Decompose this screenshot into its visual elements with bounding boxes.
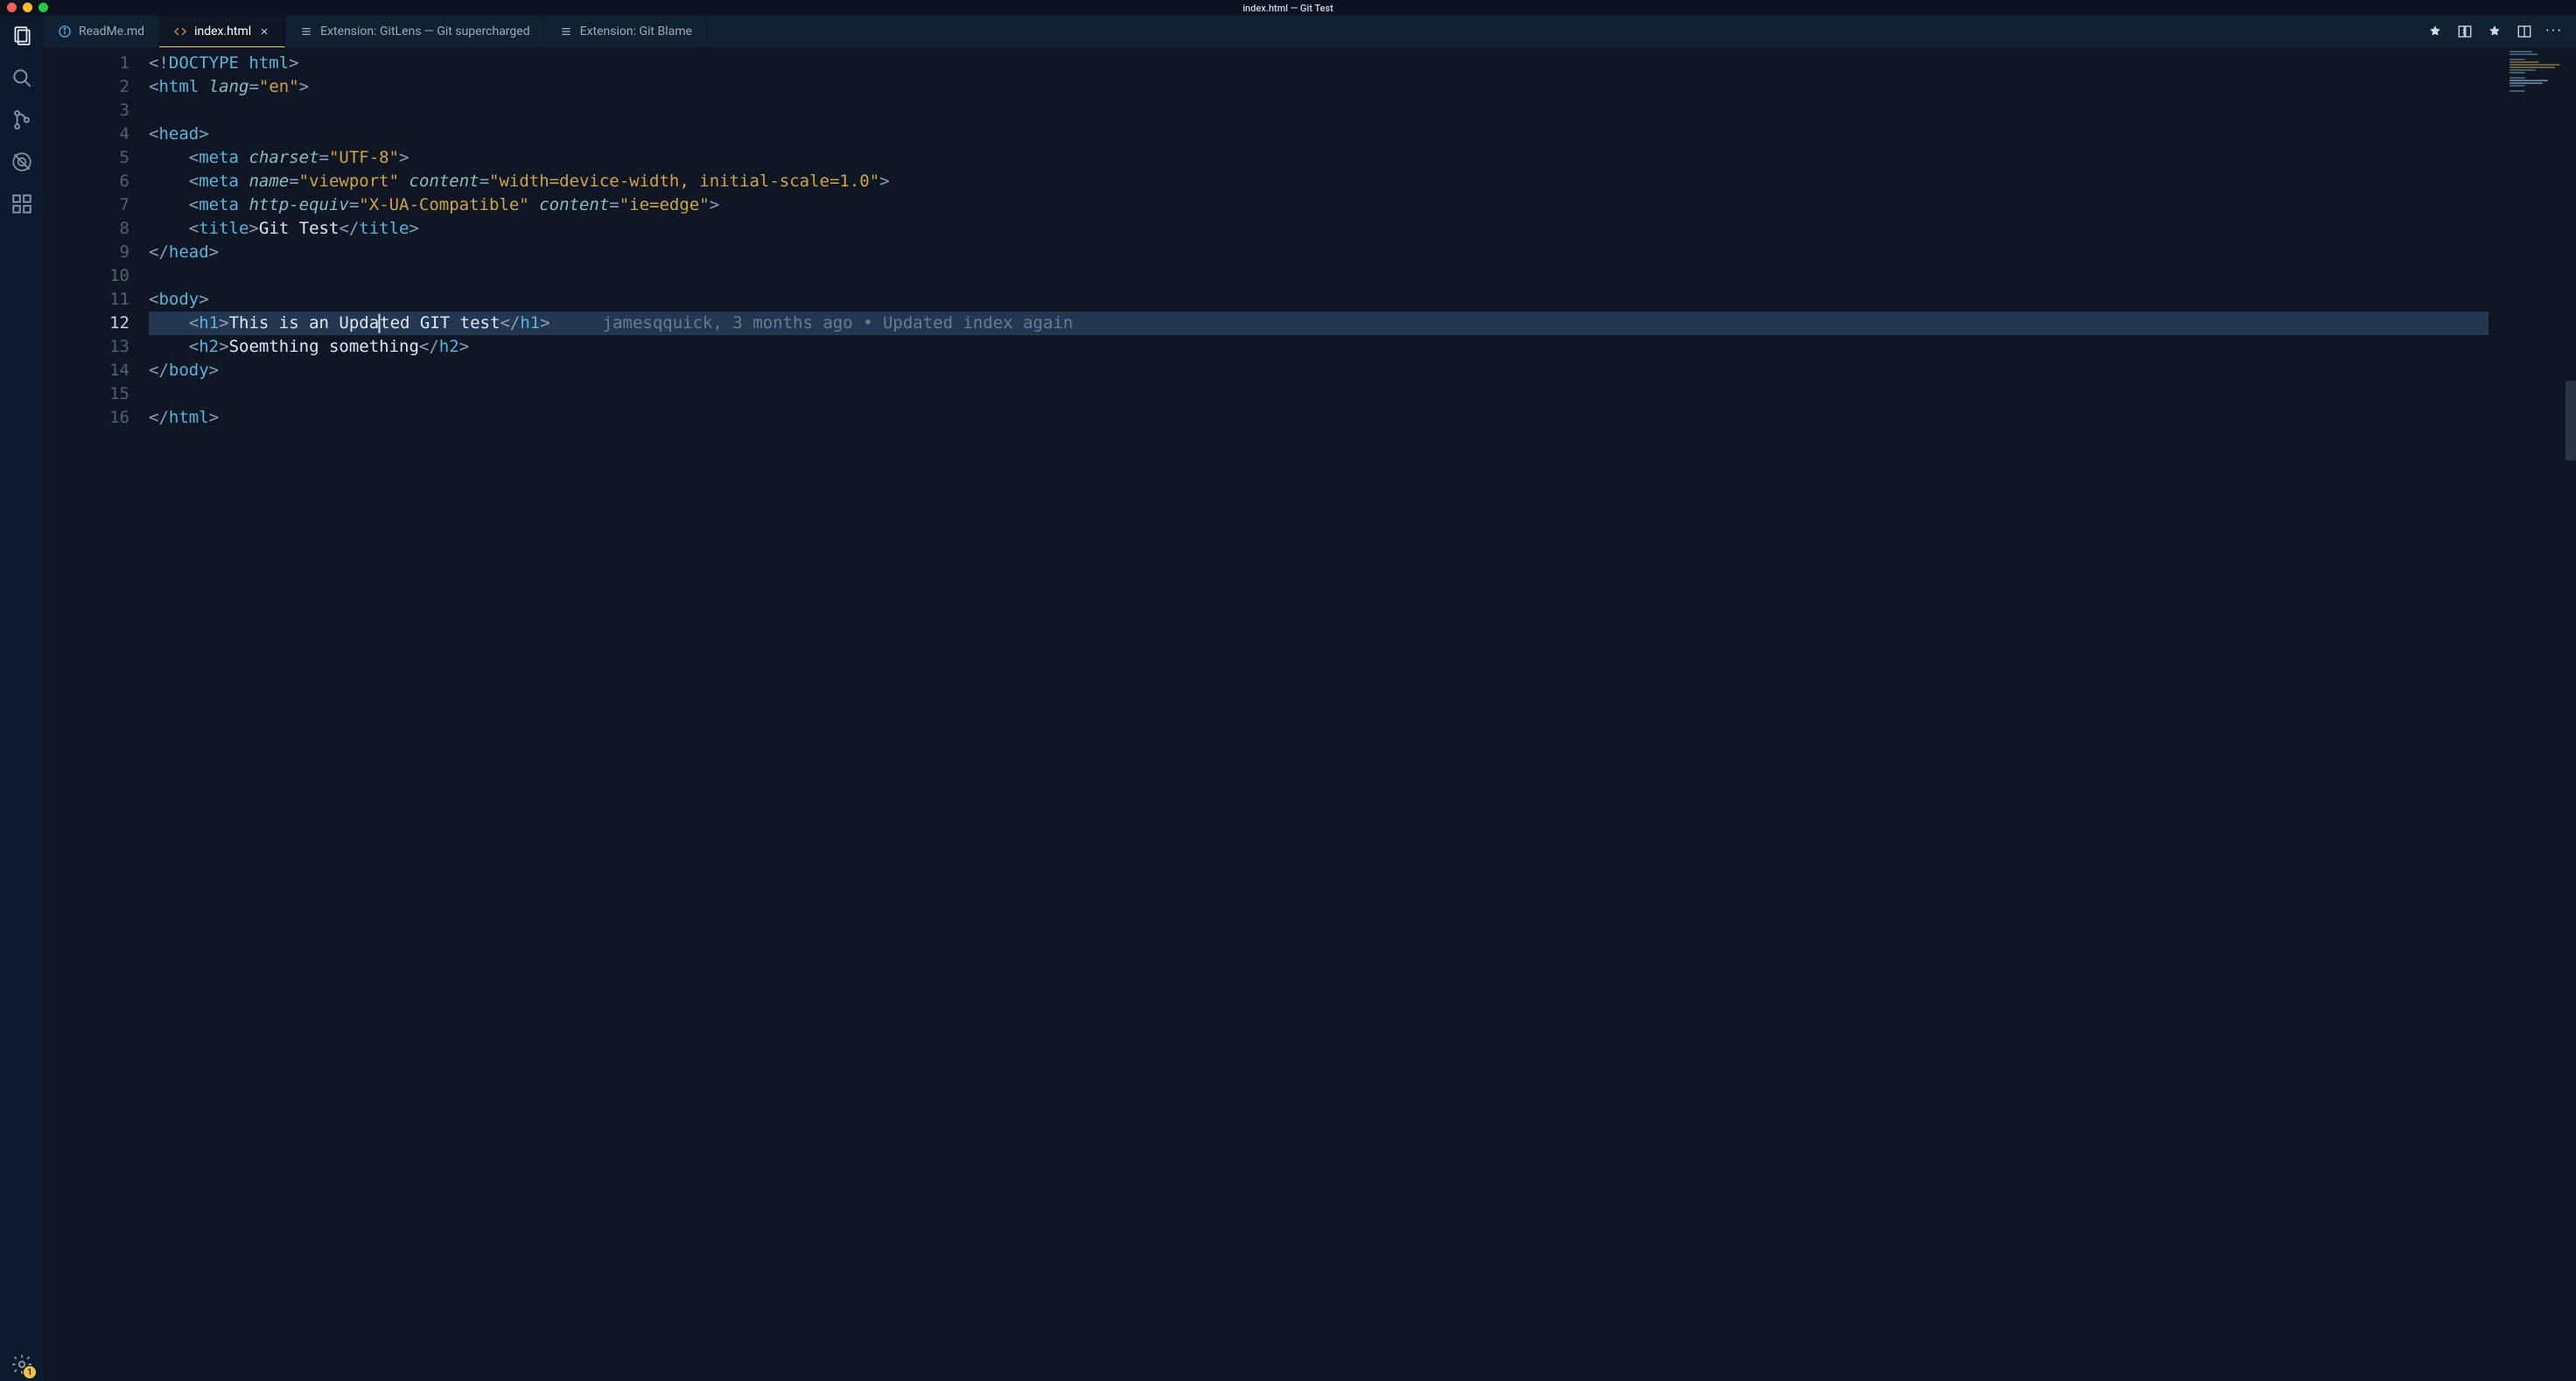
tab-label: index.html	[194, 25, 251, 39]
code-line[interactable]: </html>	[149, 406, 2576, 430]
explorer-icon[interactable]	[10, 25, 33, 47]
tab-bar: ReadMe.md index.html Extension: GitLens — …	[44, 16, 2576, 47]
code-line[interactable]: <title>Git Test</title>	[149, 217, 2576, 241]
activity-bar: 1	[0, 16, 44, 1381]
code-line[interactable]: <body>	[149, 288, 2576, 312]
tab-extension-gitlens-git-supercharged[interactable]: Extension: GitLens — Git supercharged	[285, 16, 544, 47]
minimap[interactable]	[2510, 51, 2571, 77]
code-line[interactable]: <html lang="en">	[149, 75, 2576, 99]
window-title: index.html — Git Test	[1242, 3, 1334, 14]
tab-label: Extension: GitLens — Git supercharged	[320, 25, 529, 39]
list-icon	[299, 25, 313, 39]
vertical-scrollbar[interactable]	[2566, 47, 2576, 1381]
list-icon	[559, 25, 573, 39]
scrollbar-thumb[interactable]	[2566, 381, 2576, 460]
minimize-window-button[interactable]	[23, 3, 32, 12]
zoom-window-button[interactable]	[38, 3, 48, 12]
code-line[interactable]: </head>	[149, 241, 2576, 264]
close-window-button[interactable]	[7, 3, 17, 12]
tab-label: ReadMe.md	[79, 25, 144, 39]
split-editor-icon[interactable]	[2516, 24, 2532, 39]
code-editor[interactable]: 12345678910111213141516 <!DOCTYPE html><…	[44, 47, 2576, 1381]
source-control-icon[interactable]	[10, 109, 33, 131]
editor-group: ReadMe.md index.html Extension: GitLens — …	[44, 16, 2576, 1381]
tab-index-html[interactable]: index.html	[159, 16, 285, 47]
debug-icon[interactable]	[10, 151, 33, 173]
code-line[interactable]: <h2>Soemthing something</h2>	[149, 335, 2576, 359]
code-line[interactable]: <!DOCTYPE html>	[149, 52, 2576, 75]
code-area[interactable]: <!DOCTYPE html><html lang="en"> <head> <m…	[149, 47, 2576, 1381]
info-icon	[58, 25, 72, 39]
gitlens-blame-annotation: jamesqquick, 3 months ago • Updated inde…	[603, 312, 1074, 335]
code-line[interactable]: </body>	[149, 359, 2576, 382]
gitlens-toggle-icon[interactable]	[2427, 24, 2443, 39]
code-line[interactable]: <head>	[149, 123, 2576, 146]
code-line[interactable]	[149, 264, 2576, 288]
tab-label: Extension: Git Blame	[580, 25, 692, 39]
code-line[interactable]	[149, 382, 2576, 406]
editor-actions: ···	[2413, 16, 2576, 47]
code-line[interactable]	[149, 99, 2576, 123]
settings-badge: 1	[24, 1366, 36, 1378]
extensions-icon[interactable]	[10, 193, 33, 215]
code-line[interactable]: <meta http-equiv="X-UA-Compatible" conte…	[149, 193, 2576, 217]
more-actions-icon[interactable]: ···	[2546, 24, 2562, 39]
code-line[interactable]: <meta charset="UTF-8">	[149, 146, 2576, 170]
line-number-gutter: 12345678910111213141516	[44, 47, 149, 1381]
main: 1 ReadMe.md index.html Extension: GitLens …	[0, 16, 2576, 1381]
tab-readme-md[interactable]: ReadMe.md	[44, 16, 159, 47]
compare-changes-icon[interactable]	[2457, 24, 2473, 39]
search-icon[interactable]	[10, 67, 33, 89]
code-icon	[173, 25, 187, 39]
settings-gear-icon[interactable]: 1	[10, 1353, 33, 1376]
open-changes-icon[interactable]	[2487, 24, 2502, 39]
window-controls	[7, 3, 48, 12]
code-line[interactable]: <meta name="viewport" content="width=dev…	[149, 170, 2576, 193]
close-tab-icon[interactable]	[258, 25, 270, 38]
tab-extension-git-blame[interactable]: Extension: Git Blame	[545, 16, 707, 47]
titlebar: index.html — Git Test	[0, 0, 2576, 16]
